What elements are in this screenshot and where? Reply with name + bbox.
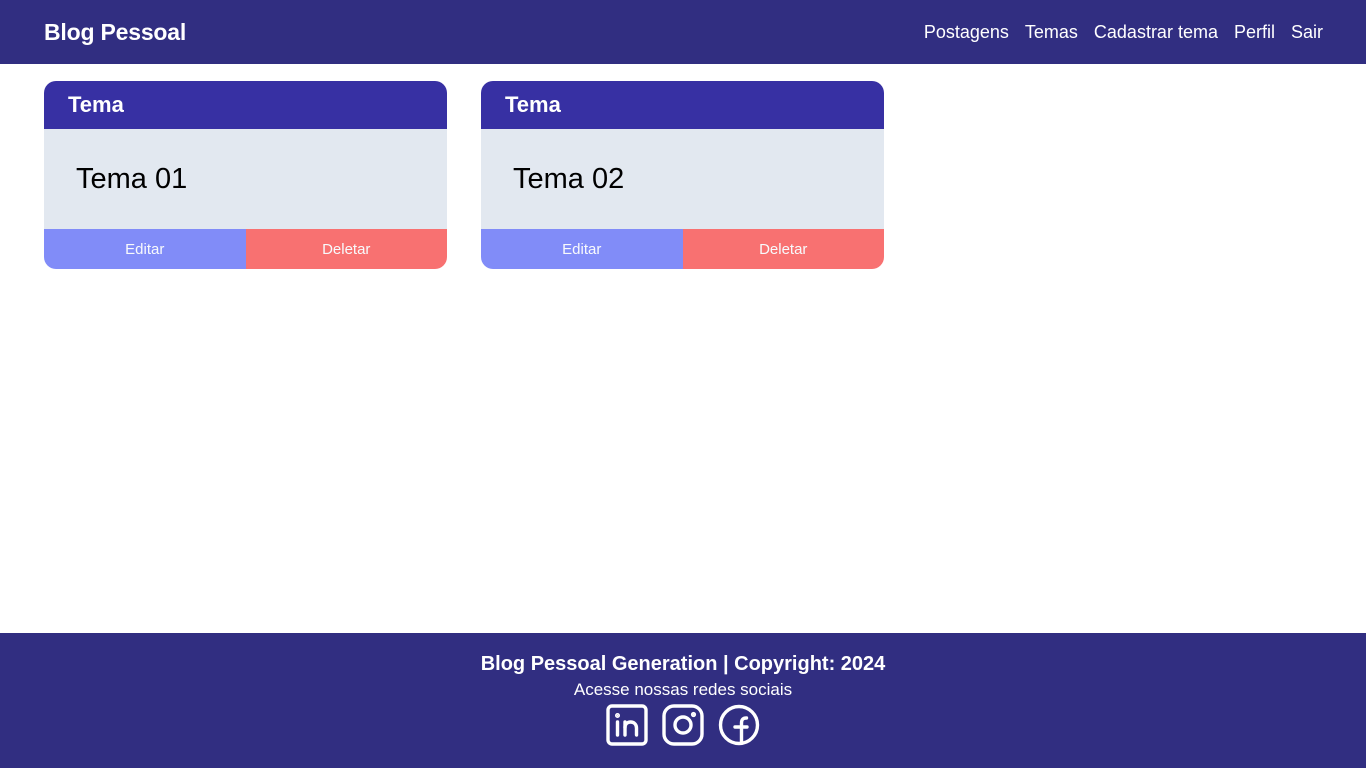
navbar: Blog Pessoal Postagens Temas Cadastrar t… <box>0 0 1366 64</box>
nav-links: Postagens Temas Cadastrar tema Perfil Sa… <box>924 22 1323 43</box>
facebook-icon[interactable] <box>718 704 760 746</box>
card-title: Tema 02 <box>481 129 884 229</box>
linkedin-icon[interactable] <box>606 704 648 746</box>
footer-social-caption: Acesse nossas redes sociais <box>573 680 793 699</box>
nav-link-cadastrar-tema[interactable]: Cadastrar tema <box>1094 22 1218 43</box>
footer: Blog Pessoal Generation | Copyright: 202… <box>0 633 1366 768</box>
nav-link-sair[interactable]: Sair <box>1291 22 1323 43</box>
card-actions: Editar Deletar <box>481 229 884 269</box>
theme-card-list: Tema Tema 01 Editar Deletar Tema Tema 02… <box>44 81 884 269</box>
social-links <box>606 704 760 746</box>
card-header: Tema <box>481 81 884 129</box>
theme-card: Tema Tema 01 Editar Deletar <box>44 81 447 269</box>
card-header: Tema <box>44 81 447 129</box>
delete-button[interactable]: Deletar <box>245 229 447 269</box>
nav-link-perfil[interactable]: Perfil <box>1234 22 1275 43</box>
edit-button[interactable]: Editar <box>481 229 683 269</box>
footer-copyright: Blog Pessoal Generation | Copyright: 202… <box>480 653 886 675</box>
card-title: Tema 01 <box>44 129 447 229</box>
card-actions: Editar Deletar <box>44 229 447 269</box>
brand-logo[interactable]: Blog Pessoal <box>44 19 186 46</box>
nav-link-postagens[interactable]: Postagens <box>924 22 1009 43</box>
edit-button[interactable]: Editar <box>44 229 246 269</box>
instagram-icon[interactable] <box>662 704 704 746</box>
theme-card: Tema Tema 02 Editar Deletar <box>481 81 884 269</box>
nav-link-temas[interactable]: Temas <box>1025 22 1078 43</box>
delete-button[interactable]: Deletar <box>682 229 884 269</box>
